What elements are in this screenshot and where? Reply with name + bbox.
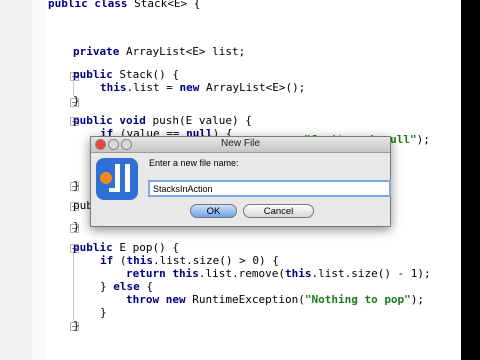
screen: public class Stack<E> { private ArrayList… xyxy=(0,0,480,360)
dialog-titlebar[interactable]: New File xyxy=(91,137,390,153)
code-line[interactable]: } xyxy=(73,178,80,194)
ok-button[interactable]: OK xyxy=(190,204,237,218)
code-line[interactable]: return this.list.remove(this.list.size()… xyxy=(126,266,431,282)
app-logo-icon xyxy=(96,158,138,200)
dialog-title: New File xyxy=(221,138,260,149)
cancel-button[interactable]: Cancel xyxy=(243,204,314,218)
new-file-dialog: New File Enter a new file name: OK Cance… xyxy=(90,136,391,227)
code-line[interactable]: } xyxy=(73,318,80,334)
line-number-gutter xyxy=(0,0,33,360)
fold-column xyxy=(32,0,79,360)
fold-guide-line xyxy=(73,252,74,320)
right-black-bar xyxy=(461,0,480,360)
code-line[interactable]: public class Stack<E> { xyxy=(48,0,200,12)
code-line[interactable]: this.list = new ArrayList<E>(); xyxy=(100,80,305,96)
code-line[interactable]: throw new RuntimeException("Nothing to p… xyxy=(126,292,424,308)
code-line[interactable]: private ArrayList<E> list; xyxy=(73,44,245,60)
file-name-prompt: Enter a new file name: xyxy=(149,158,239,168)
code-line[interactable]: } xyxy=(100,305,107,321)
code-line[interactable]: } xyxy=(73,93,80,109)
file-name-input[interactable] xyxy=(148,180,391,197)
code-line[interactable]: } xyxy=(73,219,80,235)
